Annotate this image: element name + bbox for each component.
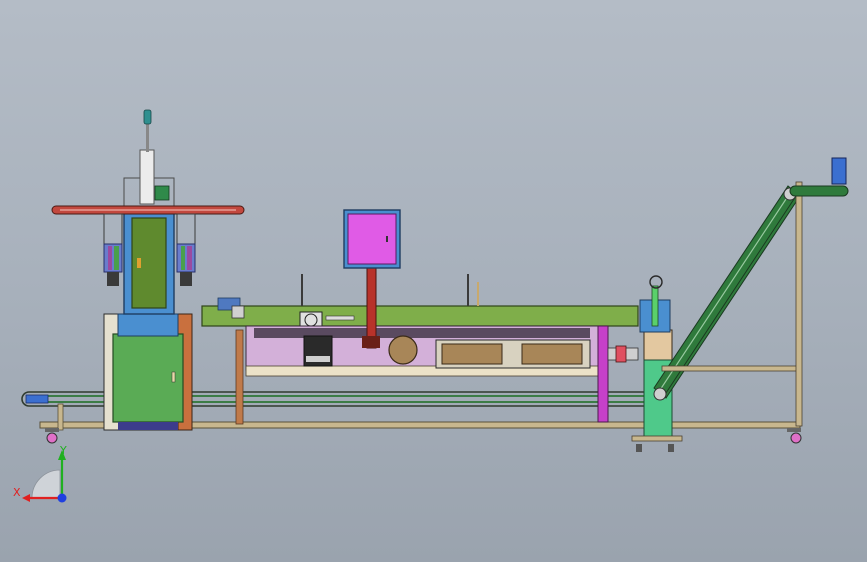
processing-bench[interactable] — [201, 274, 639, 377]
machine-assembly-drawing — [21, 109, 849, 503]
conveyor-drive-motor — [25, 394, 49, 404]
cad-viewport[interactable]: Y X — [0, 0, 867, 562]
gripper-right[interactable] — [176, 213, 196, 286]
forming-column[interactable] — [123, 211, 175, 315]
head-drive-motor — [831, 157, 847, 185]
z-axis-dot — [57, 493, 67, 503]
gripper-left[interactable] — [103, 213, 123, 286]
triad-y-label: Y — [60, 444, 67, 457]
inclined-conveyor[interactable] — [653, 157, 849, 427]
caster-right — [787, 428, 802, 444]
support-pillar — [597, 325, 609, 423]
caster-left — [45, 428, 59, 444]
top-cylinder — [123, 109, 175, 213]
control-cabinet[interactable] — [103, 313, 193, 431]
cabinet-door-handle[interactable] — [171, 371, 176, 383]
swing-arm[interactable] — [51, 205, 245, 215]
triad-x-label: X — [13, 486, 21, 499]
coordinate-triad[interactable] — [22, 450, 67, 503]
